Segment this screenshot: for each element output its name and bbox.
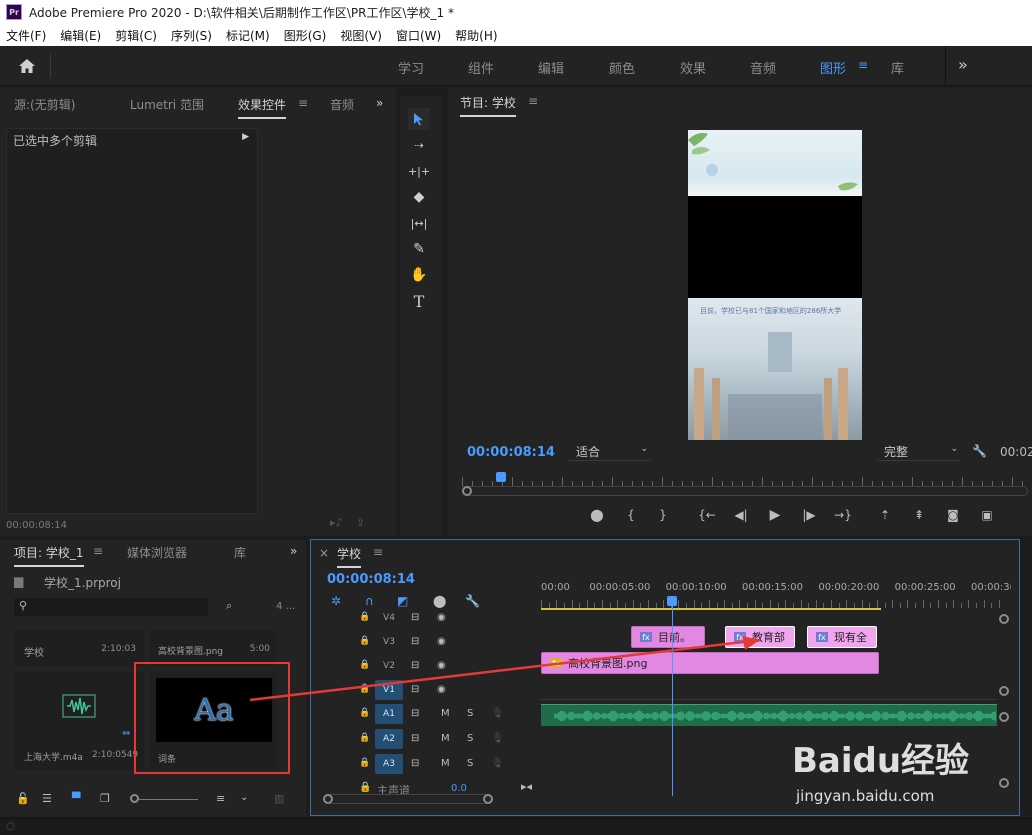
status-bar: ◌ bbox=[0, 818, 1032, 835]
status-icon: ◌ bbox=[6, 821, 15, 832]
watermark-url: jingyan.baidu.com bbox=[796, 787, 935, 805]
annotation-arrow bbox=[249, 636, 761, 702]
watermark-brand: Baidu经验 bbox=[792, 741, 970, 781]
baidu-watermark: Baidu经验 jingyan.baidu.com bbox=[790, 725, 1020, 815]
